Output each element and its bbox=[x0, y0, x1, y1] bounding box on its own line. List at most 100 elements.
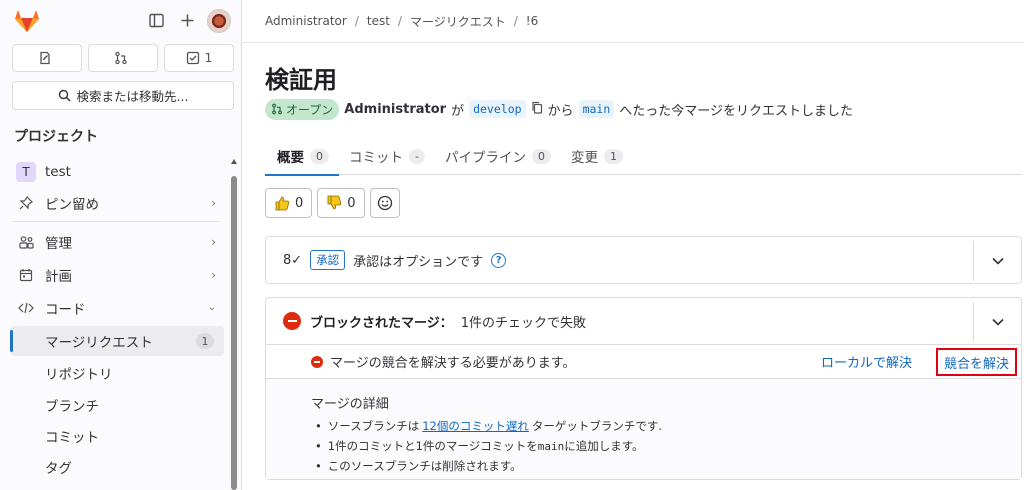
thumbs-up-count: 0 bbox=[295, 195, 304, 211]
sidebar-scrollbar[interactable] bbox=[230, 156, 238, 490]
chevron-down-icon bbox=[991, 257, 1004, 265]
approval-chip: 承認 bbox=[310, 250, 346, 270]
todos-counter-button[interactable]: 1 bbox=[164, 44, 234, 72]
approvers-icon: 8✓ bbox=[283, 252, 303, 268]
merge-request-icon bbox=[272, 103, 282, 115]
resolve-conflicts-button[interactable]: 競合を解決 bbox=[935, 348, 1017, 376]
tab-count: - bbox=[409, 148, 425, 164]
approval-card: 8✓ 承認 承認はオプションです ? bbox=[265, 236, 1022, 284]
breadcrumb: Administrator / test / マージリクエスト / !6 bbox=[243, 0, 1024, 43]
merge-requests-badge: 1 bbox=[196, 333, 214, 349]
issues-counter-button[interactable] bbox=[12, 44, 82, 72]
breadcrumb-separator: / bbox=[354, 14, 359, 28]
breadcrumb-item[interactable]: test bbox=[367, 14, 390, 28]
tab-count: 0 bbox=[310, 148, 329, 164]
sidebar-item-plan[interactable]: 計画 › bbox=[10, 260, 224, 290]
breadcrumb-item[interactable]: マージリクエスト bbox=[410, 13, 506, 30]
user-avatar[interactable] bbox=[207, 9, 231, 33]
meta-text: から bbox=[547, 103, 574, 119]
error-status-icon bbox=[283, 312, 301, 330]
search-or-go-to-button[interactable]: 検索または移動先... bbox=[12, 81, 234, 110]
page-title: 検証用 bbox=[265, 66, 337, 94]
author-link[interactable]: Administrator bbox=[344, 102, 446, 117]
target-branch[interactable]: main bbox=[578, 100, 615, 118]
sidebar-toggle-icon[interactable] bbox=[147, 11, 165, 29]
breadcrumb-separator: / bbox=[397, 14, 402, 28]
sidebar-item-label: ブランチ bbox=[45, 399, 99, 415]
sidebar-item-label: マージリクエスト bbox=[45, 335, 153, 351]
detail-text: 1件のコミットと1件のマージコミットを bbox=[327, 439, 538, 453]
chevron-down-icon: ⌄ bbox=[207, 302, 216, 313]
sidebar-item-tags[interactable]: タグ bbox=[10, 452, 224, 482]
tab-label: 変更 bbox=[570, 150, 598, 166]
issues-icon bbox=[39, 51, 50, 65]
sidebar-item-manage[interactable]: 管理 › bbox=[10, 227, 224, 257]
copy-branch-icon[interactable] bbox=[531, 101, 543, 118]
commits-behind-link[interactable]: 12個のコミット遅れ bbox=[422, 418, 529, 434]
gitlab-logo-icon[interactable] bbox=[14, 9, 40, 33]
tab-commits[interactable]: コミット - bbox=[339, 137, 435, 175]
sidebar-item-code[interactable]: コード ⌄ bbox=[10, 293, 224, 323]
counter-row: 1 bbox=[12, 44, 234, 72]
breadcrumb-item[interactable]: Administrator bbox=[265, 14, 347, 28]
search-label: 検索または移動先... bbox=[76, 89, 189, 104]
sidebar-item-label: リポジトリ bbox=[45, 367, 113, 383]
conflict-text: マージの競合を解決する必要があります。 bbox=[330, 356, 576, 371]
expand-approval-button[interactable] bbox=[973, 241, 1021, 281]
add-reaction-button[interactable] bbox=[369, 188, 400, 218]
sidebar-item-repository[interactable]: リポジトリ bbox=[10, 358, 224, 388]
tab-label: コミット bbox=[349, 150, 403, 166]
merge-blocked-header: ブロックされたマージ： 1件のチェックで失敗 bbox=[266, 298, 1021, 345]
detail-text: ソースブランチは bbox=[327, 419, 420, 433]
sidebar-item-label: コード bbox=[45, 302, 86, 318]
sidebar-item-merge-requests[interactable]: マージリクエスト 1 bbox=[10, 326, 224, 356]
list-item: このソースブランチは削除されます。 bbox=[311, 456, 1021, 476]
pin-icon bbox=[17, 194, 35, 212]
help-icon[interactable]: ? bbox=[491, 252, 507, 268]
sidebar: 1 検索または移動先... プロジェクト T test ピン留め › 管理 › … bbox=[0, 0, 242, 490]
target-branch-code: main bbox=[537, 439, 565, 453]
reactions-row: 0 0 bbox=[265, 188, 400, 218]
smiley-icon bbox=[377, 195, 392, 211]
sidebar-item-label: 管理 bbox=[45, 236, 72, 252]
sidebar-item-pinned[interactable]: ピン留め › bbox=[10, 188, 224, 218]
sidebar-item-branches[interactable]: ブランチ bbox=[10, 390, 224, 420]
breadcrumb-item[interactable]: !6 bbox=[526, 14, 538, 28]
tab-changes[interactable]: 変更 1 bbox=[561, 137, 633, 175]
project-name: test bbox=[45, 164, 71, 180]
code-icon bbox=[17, 299, 35, 317]
merge-blocked-card: ブロックされたマージ： 1件のチェックで失敗 マージの競合を解決する必要がありま… bbox=[265, 297, 1022, 480]
project-avatar: T bbox=[16, 162, 36, 182]
source-branch[interactable]: develop bbox=[469, 100, 526, 118]
project-item-test[interactable]: T test bbox=[10, 157, 224, 187]
status-badge: オープン bbox=[265, 98, 340, 120]
sidebar-header bbox=[0, 0, 242, 42]
detail-text: に追加します。 bbox=[564, 439, 644, 453]
create-new-plus-icon[interactable] bbox=[178, 11, 196, 29]
status-label: オープン bbox=[286, 102, 334, 117]
users-icon bbox=[17, 233, 35, 251]
thumbs-up-button[interactable]: 0 bbox=[265, 188, 313, 218]
tab-pipelines[interactable]: パイプライン 0 bbox=[435, 137, 561, 175]
thumbs-down-icon bbox=[327, 195, 342, 210]
sidebar-item-label: タグ bbox=[45, 461, 72, 477]
resolve-locally-link[interactable]: ローカルで解決 bbox=[821, 352, 912, 371]
scrollbar-thumb[interactable] bbox=[231, 176, 237, 490]
merge-request-icon bbox=[114, 51, 127, 65]
main-content: Administrator / test / マージリクエスト / !6 検証用… bbox=[243, 0, 1024, 490]
search-icon bbox=[58, 89, 71, 102]
tab-count: 1 bbox=[603, 148, 623, 164]
chevron-right-icon: › bbox=[211, 235, 216, 249]
scroll-up-arrow-icon[interactable] bbox=[231, 159, 237, 164]
tab-overview[interactable]: 概要 0 bbox=[265, 137, 339, 176]
sidebar-item-commits[interactable]: コミット bbox=[10, 421, 224, 451]
expand-checks-button[interactable] bbox=[973, 302, 1021, 342]
calendar-icon bbox=[17, 266, 35, 284]
thumbs-down-button[interactable]: 0 bbox=[317, 188, 365, 218]
chevron-right-icon: › bbox=[211, 268, 216, 282]
detail-text: ターゲットブランチです. bbox=[531, 419, 663, 433]
meta-text: が bbox=[451, 103, 465, 119]
merge-requests-counter-button[interactable] bbox=[88, 44, 158, 72]
merge-details-title: マージの詳細 bbox=[311, 397, 389, 412]
detail-text: このソースブランチは削除されます。 bbox=[327, 459, 522, 473]
